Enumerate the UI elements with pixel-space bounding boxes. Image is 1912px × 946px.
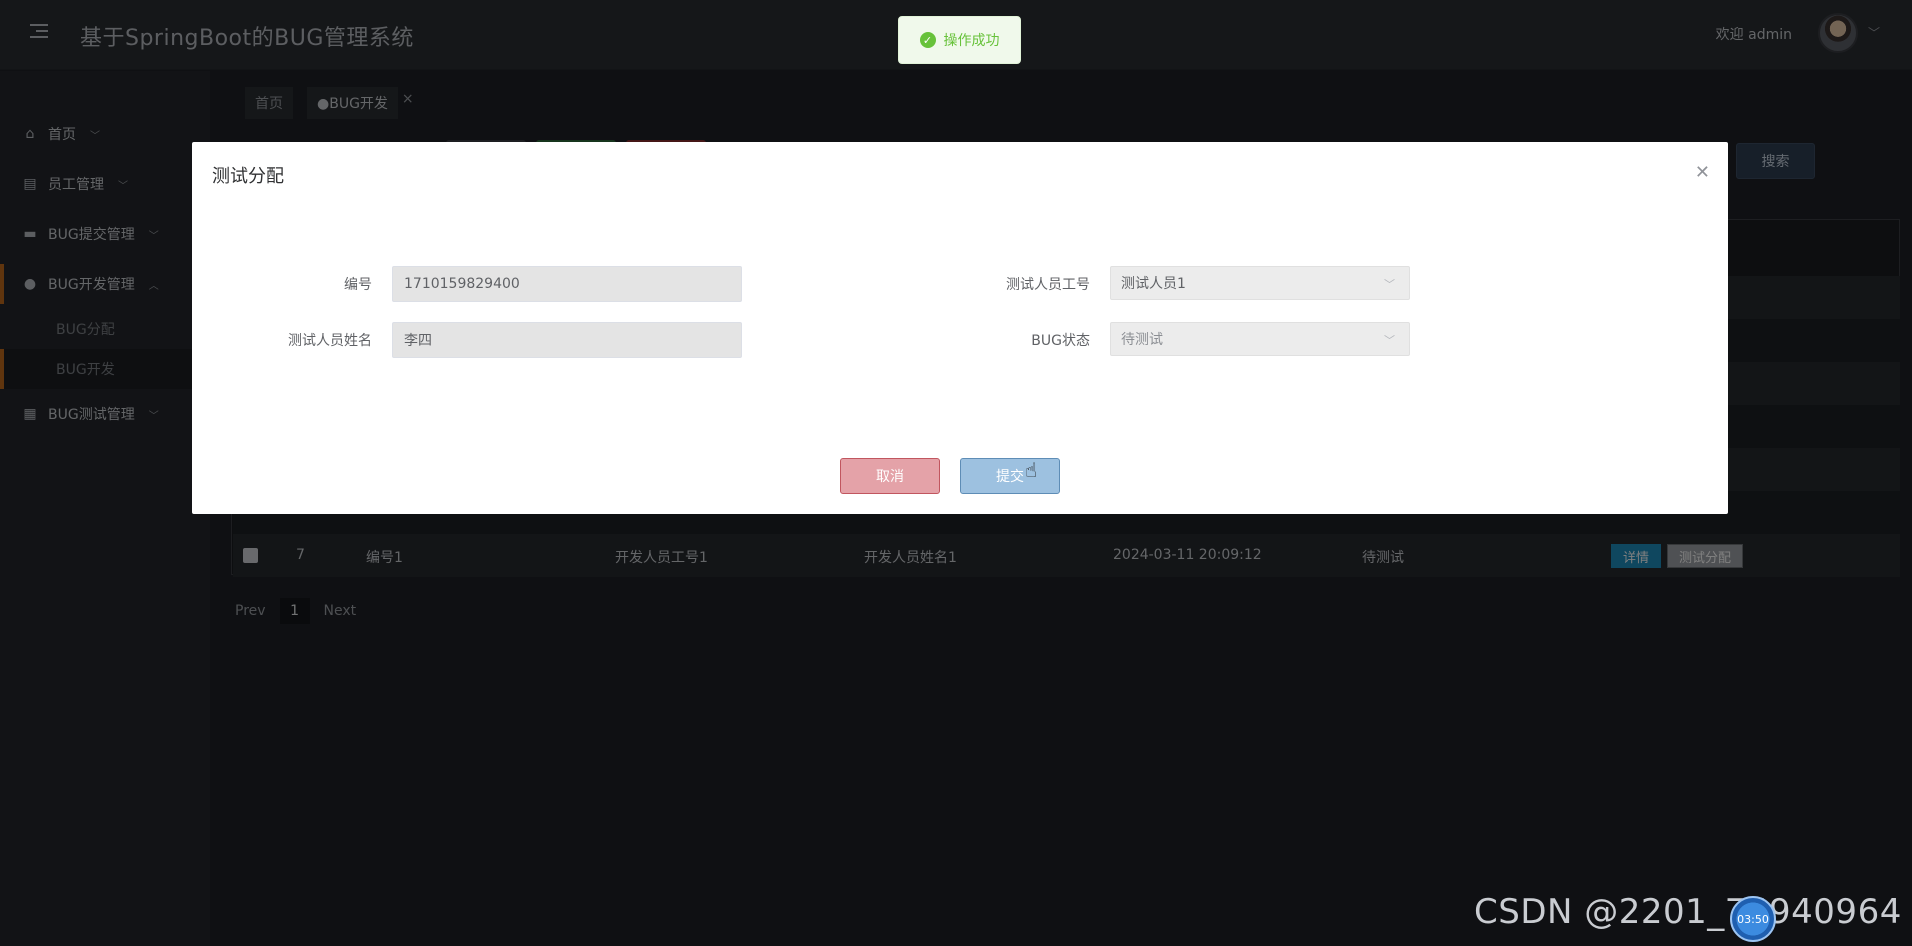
- dialog-title: 测试分配: [212, 166, 284, 187]
- tester-id-select[interactable]: 测试人员1 ﹀: [1110, 266, 1410, 300]
- tester-id-label: 测试人员工号: [1006, 277, 1090, 293]
- status-value: 待测试: [1121, 332, 1163, 348]
- status-label: BUG状态: [1031, 333, 1090, 349]
- submit-button[interactable]: 提交: [960, 458, 1060, 494]
- tester-name-label: 测试人员姓名: [288, 333, 372, 349]
- hand-cursor-icon: ☝: [1025, 458, 1038, 482]
- watermark: CSDN @2201_75940964: [1474, 892, 1902, 932]
- code-field[interactable]: 1710159829400: [392, 266, 742, 302]
- tester-id-value: 测试人员1: [1121, 276, 1186, 292]
- test-assign-dialog: 测试分配 ✕ 编号 1710159829400 测试人员工号 测试人员1 ﹀ 测…: [192, 142, 1728, 514]
- chevron-down-icon: ﹀: [1384, 278, 1395, 291]
- status-select[interactable]: 待测试 ﹀: [1110, 322, 1410, 356]
- cancel-button[interactable]: 取消: [840, 458, 940, 494]
- recording-badge[interactable]: 03:50: [1730, 896, 1776, 942]
- close-icon[interactable]: ✕: [1695, 162, 1710, 183]
- tester-name-field[interactable]: 李四: [392, 322, 742, 358]
- code-label: 编号: [344, 277, 372, 293]
- check-circle-icon: ✓: [919, 32, 936, 48]
- toast-message: 操作成功: [943, 33, 1000, 49]
- success-toast: ✓ 操作成功: [898, 16, 1021, 64]
- chevron-down-icon: ﹀: [1384, 334, 1395, 347]
